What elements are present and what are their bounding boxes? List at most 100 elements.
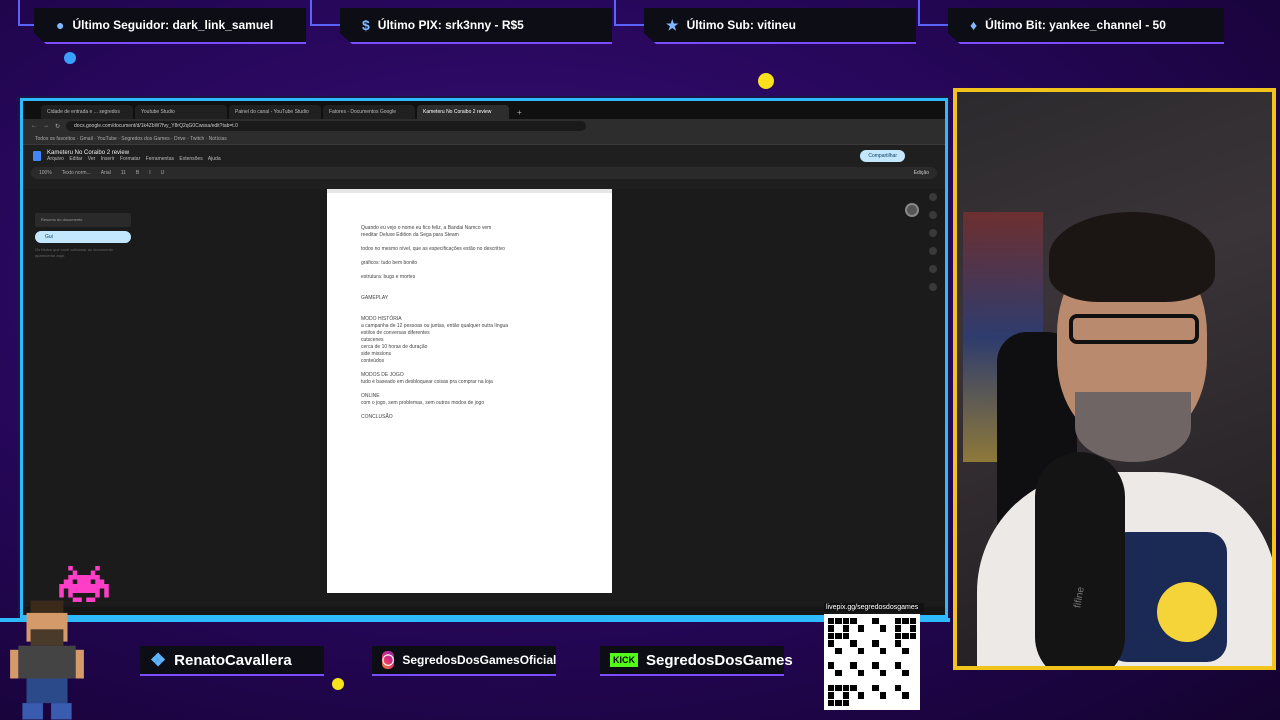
zoom-select[interactable]: 100% (39, 170, 52, 176)
doc-line[interactable]: CONCLUSÃO (361, 414, 578, 421)
doc-line[interactable]: Quando eu vejo o nome eu fico feliz, a B… (361, 225, 578, 232)
browser-tab[interactable]: Cidade de entrada e ... segredos (41, 105, 133, 119)
font-size-input[interactable]: 11 (121, 170, 126, 176)
doc-line[interactable]: estrutura: bugs e mortes (361, 274, 578, 281)
kick-handle-text: SegredosDosGames (646, 651, 793, 669)
doc-line[interactable]: gráficos: tudo bem bonito (361, 260, 578, 267)
doc-line[interactable]: cerca de 10 horas de duração (361, 344, 578, 351)
qr-module (879, 647, 887, 655)
doc-blank-line[interactable] (361, 365, 578, 372)
doc-blank-line[interactable] (361, 267, 578, 274)
qr-module (879, 632, 887, 640)
doc-line[interactable]: MODOS DE JOGO (361, 372, 578, 379)
frame-ornament (614, 0, 648, 26)
qr-module (828, 640, 835, 647)
collaborator-avatar[interactable] (905, 203, 919, 217)
share-button[interactable]: Compartilhar (860, 150, 905, 162)
instagram-handle-text: SegredosDosGamesOficial (402, 653, 557, 667)
new-tab-button[interactable]: + (511, 106, 528, 119)
browser-tab[interactable]: Painel do canal - YouTube Studio (229, 105, 321, 119)
qr-module (879, 655, 887, 662)
browser-tab[interactable]: Fatores - Documentos Google (323, 105, 415, 119)
qr-module (842, 655, 850, 662)
qr-module (865, 632, 872, 640)
maps-icon[interactable] (929, 265, 937, 273)
qr-module (872, 677, 879, 684)
qr-module (842, 662, 850, 669)
doc-line[interactable]: com o jogo, sem problemas, sem outros mo… (361, 400, 578, 407)
qr-module (850, 669, 857, 677)
doc-line[interactable]: todos no mesmo nível, que as especificaç… (361, 246, 578, 253)
doc-line[interactable]: side missions (361, 351, 578, 358)
docs-toolbar: 100% Texto norm... Arial 11 B I U Edição (31, 167, 937, 179)
add-icon[interactable] (929, 283, 937, 291)
font-select[interactable]: Arial (101, 170, 111, 176)
qr-module (828, 669, 835, 677)
outline-item[interactable]: Gui (35, 231, 131, 243)
qr-module (865, 640, 872, 647)
qr-module (835, 699, 842, 706)
qr-module (887, 647, 894, 655)
qr-module (835, 677, 842, 684)
underline-icon[interactable]: U (161, 170, 165, 176)
qr-module (835, 684, 842, 692)
doc-line[interactable]: ONLINE (361, 393, 578, 400)
qr-module (909, 692, 916, 699)
doc-line[interactable]: a campanha de 12 pessoas ou juntas, entã… (361, 323, 578, 330)
forward-icon[interactable]: → (43, 123, 49, 129)
outline-header[interactable]: Resumo do documento (35, 213, 131, 227)
bottom-accent-bar (0, 618, 950, 622)
doc-menu-bar[interactable]: Arquivo Editar Ver Inserir Formatar Ferr… (47, 156, 221, 162)
doc-line[interactable]: reeditar Deluxe Edition da Sega para Ste… (361, 232, 578, 239)
google-docs-icon[interactable] (33, 151, 41, 161)
streamer-hair (1049, 212, 1215, 302)
instagram-icon: ◯ (382, 651, 395, 669)
doc-blank-line[interactable] (361, 239, 578, 246)
keep-icon[interactable] (929, 211, 937, 219)
calendar-icon[interactable] (929, 193, 937, 201)
doc-line[interactable]: conteúdos (361, 358, 578, 365)
document-page[interactable]: Quando eu vejo o nome eu fico feliz, a B… (327, 193, 612, 593)
address-bar-row: ← → ↻ docs.google.com/document/d/1k4ZbW7… (23, 119, 945, 133)
qr-module (902, 692, 909, 699)
doc-line[interactable]: tudo é baseado em desbloquear coisas pra… (361, 379, 578, 386)
bold-icon[interactable]: B (136, 170, 139, 176)
doc-line[interactable]: MODO HISTÓRIA (361, 316, 578, 323)
qr-url: livepix.gg/segredosdosgames (824, 603, 924, 612)
reload-icon[interactable]: ↻ (55, 123, 60, 130)
horizontal-scrollbar[interactable] (23, 607, 945, 615)
doc-line[interactable]: GAMEPLAY (361, 295, 578, 302)
edit-mode-button[interactable]: Edição (914, 170, 929, 176)
back-icon[interactable]: ← (31, 123, 37, 129)
qr-module (857, 618, 865, 625)
qr-module (850, 684, 857, 692)
tasks-icon[interactable] (929, 229, 937, 237)
qr-module (865, 699, 872, 706)
sparkle-decoration (758, 73, 774, 89)
qr-module (857, 640, 865, 647)
doc-line[interactable]: cutscenes (361, 337, 578, 344)
italic-icon[interactable]: I (149, 170, 150, 176)
url-input[interactable]: docs.google.com/document/d/1k4ZbW7fvy_Y8… (66, 121, 587, 131)
doc-blank-line[interactable] (361, 309, 578, 316)
instagram-handle: ◯ SegredosDosGamesOficial (372, 646, 556, 676)
bookmarks-bar[interactable]: Todos os favoritos · Gmail · YouTube · S… (23, 133, 945, 145)
doc-line[interactable]: estilos de conversas diferentes (361, 330, 578, 337)
doc-blank-line[interactable] (361, 253, 578, 260)
doc-blank-line[interactable] (361, 288, 578, 295)
browser-tab[interactable]: Youtube Studio (135, 105, 227, 119)
qr-module (865, 684, 872, 692)
contacts-icon[interactable] (929, 247, 937, 255)
qr-module (902, 669, 909, 677)
style-select[interactable]: Texto norm... (62, 170, 91, 176)
doc-blank-line[interactable] (361, 386, 578, 393)
qr-module (857, 699, 865, 706)
doc-blank-line[interactable] (361, 281, 578, 288)
side-panel-icons (927, 189, 939, 615)
browser-tab-active[interactable]: Kameteru No Coraibo 2 review (417, 105, 509, 119)
qr-module (894, 692, 902, 699)
qr-module (857, 647, 865, 655)
qr-module (872, 647, 879, 655)
doc-blank-line[interactable] (361, 302, 578, 309)
doc-blank-line[interactable] (361, 407, 578, 414)
